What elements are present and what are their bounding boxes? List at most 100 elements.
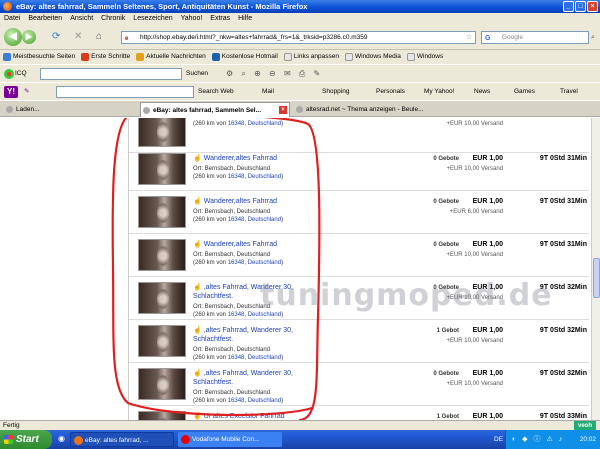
icq-search-input[interactable]	[40, 68, 182, 80]
back-button[interactable]: ◀	[4, 28, 22, 46]
firefox-icon	[74, 436, 83, 445]
bookmark-item[interactable]: Links anpassen	[283, 50, 339, 64]
listing-thumbnail[interactable]	[138, 411, 186, 420]
yahoo-games[interactable]: Games	[514, 83, 535, 101]
home-icon[interactable]: ⌂	[96, 32, 102, 42]
listing-title-link[interactable]: ☝ ,altes Fahrrad, Wanderer 30, Schlachtfe…	[193, 326, 313, 344]
tray-icons[interactable]: ◐ ◆ ⓘ ⚠ ♪	[512, 430, 564, 449]
forward-button[interactable]: ▶	[22, 30, 36, 44]
listing-thumbnail[interactable]	[138, 153, 186, 185]
listing-title-link[interactable]: ☝ Wanderer,altes Fahrrad	[193, 154, 313, 163]
menu-datei[interactable]: Datei	[4, 13, 20, 24]
listing-shipping: +EUR 10,00 Versand	[446, 338, 503, 344]
listing-row[interactable]: ☝ Wanderer,altes Fahrrad Ort: Bernsbach, D…	[129, 191, 589, 234]
listing-thumbnail[interactable]	[138, 239, 186, 271]
zip-link[interactable]: 16348, Deutschland	[228, 121, 281, 127]
tab-close-icon[interactable]: ×	[279, 106, 287, 114]
vertical-scrollbar[interactable]	[591, 118, 600, 420]
yahoo-search-input[interactable]	[56, 86, 194, 98]
pencil-icon[interactable]: ✎	[24, 83, 29, 101]
bookmark-item[interactable]: Aktuelle Nachrichten	[136, 50, 206, 64]
taskbar-item-vodafone[interactable]: Vodafone Mobile Con...	[178, 432, 282, 447]
menu-lesezeichen[interactable]: Lesezeichen	[133, 13, 172, 24]
yahoo-personals[interactable]: Personals	[376, 83, 405, 101]
tab-favicon	[143, 107, 150, 114]
language-indicator[interactable]: DE	[494, 430, 503, 449]
listing-row[interactable]: ☝ Wanderer,altes Fahrrad Ort: Bernsbach, D…	[129, 148, 589, 191]
menu-ansicht[interactable]: Ansicht	[70, 13, 93, 24]
clock: 20:02	[579, 436, 596, 443]
listing-title-link[interactable]: ☝ Ur altes Excelsior Fahrrad	[193, 412, 313, 420]
yahoo-news[interactable]: News	[474, 83, 490, 101]
listing-title-link[interactable]: ☝ Wanderer,altes Fahrrad	[193, 240, 313, 249]
tab-loading[interactable]: Laden...	[4, 102, 134, 117]
stop-icon[interactable]: ✕	[74, 32, 82, 42]
bookmark-item[interactable]: Windows	[406, 50, 443, 64]
listing-thumbnail[interactable]	[138, 368, 186, 400]
hand-icon: ☝	[193, 413, 202, 420]
icq-label[interactable]: ICQ	[15, 65, 27, 83]
menu-yahoo[interactable]: Yahoo!	[181, 13, 203, 24]
listing-row[interactable]: ☝ Ur altes Excelsior Fahrrad 1 Gebot EUR 1,…	[129, 406, 589, 420]
bookmark-item[interactable]: Kostenlose Hotmail	[211, 50, 278, 64]
zip-link[interactable]: 16348, Deutschland	[228, 398, 281, 404]
firefox-icon	[3, 2, 12, 11]
menu-hilfe[interactable]: Hilfe	[238, 13, 252, 24]
results-list: Ort: Bernsbach, Deutschland(260 km von 1…	[128, 118, 589, 420]
listing-thumbnail[interactable]	[138, 325, 186, 357]
bookmark-icon	[283, 53, 292, 61]
bookmark-icon	[211, 53, 220, 61]
listing-title-link[interactable]: ☝ Wanderer,altes Fahrrad	[193, 197, 313, 206]
tab-altesrad[interactable]: altesrad.net ~ Thema anzeigen - Beule...	[294, 102, 454, 117]
menu-extras[interactable]: Extras	[210, 13, 230, 24]
listing-row[interactable]: ☝ ,altes Fahrrad, Wanderer 30, Schlachtfe…	[129, 363, 589, 406]
menu-chronik[interactable]: Chronik	[101, 13, 125, 24]
search-input[interactable]: G Google	[481, 31, 589, 44]
maximize-button[interactable]: □	[575, 1, 586, 12]
hand-icon: ☝	[193, 241, 202, 248]
listing-price: EUR 1,00	[472, 241, 503, 248]
yahoo-shopping[interactable]: Shopping	[322, 83, 349, 101]
zip-link[interactable]: 16348, Deutschland	[228, 260, 281, 266]
minimize-button[interactable]: _	[563, 1, 574, 12]
close-button[interactable]: ×	[587, 1, 598, 12]
bookmark-item[interactable]: Erste Schritte	[81, 50, 130, 64]
listing-thumbnail[interactable]	[138, 282, 186, 314]
listing-row[interactable]: ☝ ,altes Fahrrad, Wanderer 30, Schlachtfe…	[129, 320, 589, 363]
yahoo-search-web-button[interactable]: Search Web	[198, 83, 234, 101]
zip-link[interactable]: 16348, Deutschland	[228, 217, 281, 223]
hand-icon: ☝	[193, 198, 202, 205]
tab-ebay[interactable]: eBay: altes fahrrad, Sammeln Sel... ×	[140, 102, 290, 117]
yahoo-mail[interactable]: Mail	[262, 83, 274, 101]
bookmark-item[interactable]: Meistbesuchte Seiten	[3, 50, 75, 64]
yahoo-logo-icon[interactable]: Y!	[4, 86, 18, 98]
address-bar[interactable]: e http://shop.ebay.de/i.html?_nkw=altes+…	[121, 31, 476, 44]
icq-search-button[interactable]: Suchen	[186, 65, 208, 83]
listing-price: EUR 1,00	[472, 370, 503, 377]
menu-bearbeiten[interactable]: Bearbeiten	[28, 13, 62, 24]
scrollbar-thumb[interactable]	[593, 258, 600, 298]
reload-icon[interactable]: ⟳	[52, 32, 60, 42]
listing-row[interactable]: ☝ Wanderer,altes Fahrrad Ort: Bernsbach, D…	[129, 234, 589, 277]
yahoo-travel[interactable]: Travel	[560, 83, 578, 101]
zip-link[interactable]: 16348, Deutschland	[228, 355, 281, 361]
icq-tool-icons[interactable]: ⚙ ⌕ ⊕ ⊖ ✉ ⎙ ✎	[226, 65, 323, 83]
start-button[interactable]: Start	[0, 430, 52, 449]
listing-location: Ort: Bernsbach, Deutschland(260 km von 1…	[193, 166, 284, 180]
yahoo-my-yahoo[interactable]: My Yahoo!	[424, 83, 454, 101]
bookmark-item[interactable]: Windows Media	[344, 50, 401, 64]
listing-location: Ort: Bernsbach, Deutschland(260 km von 1…	[193, 118, 284, 127]
taskbar-item-firefox[interactable]: eBay: altes fahrrad, ...	[70, 432, 174, 447]
listing-thumbnail[interactable]	[138, 118, 186, 147]
quicklaunch-icons[interactable]: ◉	[58, 434, 65, 443]
bookmark-star-icon[interactable]: ☆	[466, 33, 472, 43]
listing-shipping: +EUR 10,00 Versand	[446, 381, 503, 387]
status-bar: Fertig veoh	[0, 420, 600, 431]
listing-bids: 0 Gebote	[433, 371, 459, 377]
search-go-icon[interactable]: ⌕	[591, 33, 595, 43]
zip-link[interactable]: 16348, Deutschland	[228, 174, 281, 180]
listing-shipping: +EUR 10,00 Versand	[446, 252, 503, 258]
listing-title-link[interactable]: ☝ ,altes Fahrrad, Wanderer 30, Schlachtfe…	[193, 369, 313, 387]
hand-icon: ☝	[193, 155, 202, 162]
listing-thumbnail[interactable]	[138, 196, 186, 228]
